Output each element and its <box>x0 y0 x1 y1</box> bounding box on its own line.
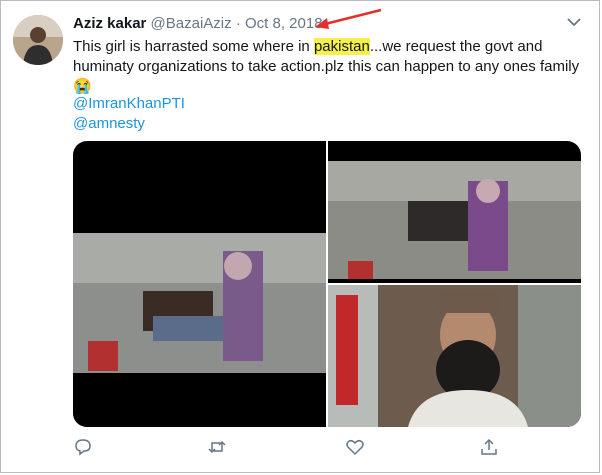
reply-icon[interactable] <box>73 437 93 457</box>
chevron-down-icon[interactable] <box>567 17 581 27</box>
tweet-text: This girl is harrasted some where in pak… <box>73 37 593 97</box>
tweet-actions <box>73 437 513 457</box>
avatar[interactable] <box>13 15 63 65</box>
share-icon[interactable] <box>479 437 499 457</box>
media-image[interactable] <box>73 141 326 427</box>
tweet-text-part: This girl is harrasted some where in <box>73 38 314 55</box>
separator-dot: · <box>235 15 241 32</box>
tweet-header: Aziz kakar @BazaiAziz · Oct 8, 2018 <box>73 15 323 32</box>
heart-icon[interactable] <box>345 437 365 457</box>
tweet-date[interactable]: Oct 8, 2018 <box>245 15 323 32</box>
media-image[interactable] <box>328 141 581 283</box>
annotation-arrow-icon <box>315 8 382 29</box>
author-name[interactable]: Aziz kakar <box>73 15 146 32</box>
retweet-icon[interactable] <box>207 437 227 457</box>
mention-link[interactable]: @ImranKhanPTI <box>73 94 185 114</box>
mention-link[interactable]: @amnesty <box>73 114 185 134</box>
media-grid <box>73 141 581 427</box>
tweet-card: Aziz kakar @BazaiAziz · Oct 8, 2018 This… <box>0 0 600 473</box>
author-handle[interactable]: @BazaiAziz <box>151 15 232 32</box>
mentions: @ImranKhanPTI @amnesty <box>73 94 185 134</box>
highlighted-word: pakistan <box>313 38 370 55</box>
media-image[interactable] <box>328 285 581 427</box>
